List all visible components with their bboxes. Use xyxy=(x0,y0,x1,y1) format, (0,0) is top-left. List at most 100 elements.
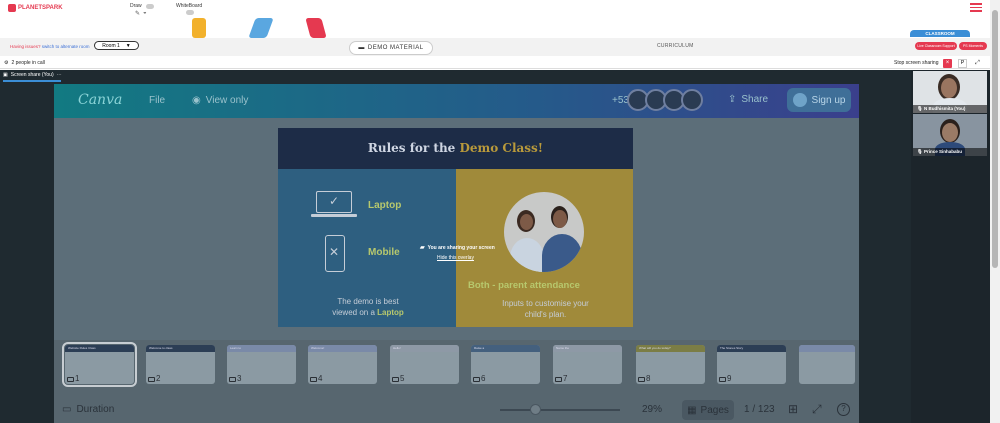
thumbnail-title: Welcome! xyxy=(311,346,325,350)
help-icon[interactable]: ? xyxy=(837,403,850,416)
participant-video[interactable]: 🎙 Prince Sinhababu xyxy=(913,114,987,156)
signup-button[interactable]: Sign up xyxy=(787,88,851,112)
call-bar xyxy=(0,58,990,69)
screen-share-tab[interactable]: ▣ Screen share (You) ⋯ xyxy=(3,72,62,78)
classroom-tab[interactable]: CLASSROOM xyxy=(910,30,970,37)
whiteboard-toggle[interactable] xyxy=(186,10,194,15)
demo-material-button[interactable]: ▬ DEMO MATERIAL xyxy=(349,41,433,55)
draw-toggle[interactable] xyxy=(146,4,154,9)
collaborators[interactable]: +53 xyxy=(612,89,703,111)
parents-note: Inputs to customise your child's plan. xyxy=(502,299,589,319)
hide-overlay-link[interactable]: Hide this overlay xyxy=(437,255,474,261)
slide-thumbnail[interactable]: The Stones Story 9 xyxy=(717,345,786,384)
pin-button[interactable]: P xyxy=(958,59,967,68)
screen-icon: ▣ xyxy=(3,72,8,78)
pages-button[interactable]: ▦ Pages xyxy=(682,400,734,420)
dropdown-arrow-icon: ▼ xyxy=(125,42,131,49)
pencil-icon[interactable]: ✎ xyxy=(135,10,140,17)
thumbnail-header: Raise a xyxy=(471,345,540,352)
fullscreen-icon[interactable]: ⤢ xyxy=(812,402,822,417)
zoom-level: 29% xyxy=(642,404,663,415)
more-icon[interactable]: ⋯ xyxy=(57,72,62,78)
thumbnail-title: Hello! xyxy=(393,346,401,350)
issues-text: Having issues? switch to alternate room xyxy=(10,44,90,49)
thumbnail-header: Hello! xyxy=(390,345,459,352)
slide-thumbnail[interactable]: Welcome to class 2 xyxy=(146,345,215,384)
pages-icon: ▦ xyxy=(687,404,697,416)
participant-video[interactable]: 🎙 N Budhismita (You) xyxy=(913,71,987,113)
menu-icon[interactable] xyxy=(970,3,982,14)
notes-icon xyxy=(473,377,480,382)
app-logo: PLANETSPARK xyxy=(8,4,63,12)
slide-thumbnail[interactable]: Welcome! 4 xyxy=(308,345,377,384)
slide-thumbnail[interactable]: Hello! 5 xyxy=(390,345,459,384)
thumbnail-header: Welcome! xyxy=(308,345,377,352)
notes-icon xyxy=(555,377,562,382)
thumbnail-title: Welcome to class xyxy=(149,346,173,350)
ps-moments-button[interactable]: PS Moments xyxy=(959,42,987,50)
stop-sharing-button[interactable]: × xyxy=(943,59,952,68)
thumbnail-header: What will you do today? xyxy=(636,345,705,352)
whiteboard-label: WhiteBoard xyxy=(176,3,203,9)
draw-label: Draw xyxy=(130,3,142,9)
live-support-button[interactable]: Live Classroom Support xyxy=(915,42,957,50)
grid-view-icon[interactable]: ⊞ xyxy=(788,402,798,416)
thumbnail-title: Raise a xyxy=(474,346,485,350)
laptop-icon: ✓ xyxy=(316,191,352,213)
thumbnail-number: 9 xyxy=(727,374,732,383)
gear-icon[interactable]: ⚙ xyxy=(4,60,8,66)
zoom-slider[interactable] xyxy=(500,409,620,411)
thumbnail-header: Learn to xyxy=(227,345,296,352)
notes-icon xyxy=(67,377,74,382)
people-in-call[interactable]: ⚙ 2 people in call xyxy=(4,60,45,66)
slide-thumbnail[interactable]: Raise a 6 xyxy=(471,345,540,384)
notes-icon xyxy=(719,377,726,382)
participant-name: 🎙 Prince Sinhababu xyxy=(913,148,987,156)
eraser-icon[interactable]: ◒ xyxy=(143,10,147,16)
canva-c-icon xyxy=(792,93,807,107)
upload-icon: ⇪ xyxy=(728,94,737,105)
notes-icon xyxy=(148,377,155,382)
alternate-room-link[interactable]: switch to alternate room xyxy=(42,44,90,49)
room-select[interactable]: Room 1 ▼ xyxy=(94,41,139,50)
slide-thumbnail[interactable]: What will you do today? 8 xyxy=(636,345,705,384)
current-slide: Rules for the Demo Class! ✓ Laptop ✕ Mob… xyxy=(278,128,633,327)
page-counter: 1 / 123 xyxy=(744,404,775,415)
folder-icon: ▬ xyxy=(358,45,365,51)
duration-button[interactable]: ▭ Duration xyxy=(62,404,114,415)
thumbnail-number: 5 xyxy=(400,374,405,383)
thumbnail-header: Website Rules Class xyxy=(65,345,134,352)
notes-icon xyxy=(392,377,399,382)
expand-icon[interactable]: ⤢ xyxy=(973,59,982,68)
thumbnail-title: Learn to xyxy=(230,346,242,350)
canva-footer xyxy=(54,398,859,423)
zoom-slider-handle[interactable] xyxy=(529,404,541,415)
view-only-menu[interactable]: ◉ View only xyxy=(192,95,248,106)
thumbnail-header: Name the xyxy=(553,345,622,352)
thumbnail-title: Name the xyxy=(556,346,570,350)
slide-thumbnail[interactable]: Website Rules Class 1 xyxy=(62,342,137,387)
thumbnail-header xyxy=(799,345,855,352)
slide-thumbnail[interactable] xyxy=(799,345,855,384)
thumbnail-header: The Stones Story xyxy=(717,345,786,352)
canva-logo[interactable]: Canva xyxy=(78,92,122,108)
notes-icon xyxy=(229,377,236,382)
slide-thumbnail[interactable]: Learn to 3 xyxy=(227,345,296,384)
thumbnail-title: Website Rules Class xyxy=(68,346,96,350)
logo-mark-icon xyxy=(8,4,16,12)
share-button[interactable]: ⇪ Share xyxy=(728,94,768,105)
scrollbar-thumb[interactable] xyxy=(992,10,998,268)
thumbnail-number: 7 xyxy=(563,374,568,383)
curriculum-tab[interactable]: CURRICULUM xyxy=(657,43,694,49)
top-bar xyxy=(0,0,990,18)
laptop-base xyxy=(311,214,357,217)
thumbnail-header: Welcome to class xyxy=(146,345,215,352)
decor-arc-blue xyxy=(248,18,274,38)
decor-arc-yellow xyxy=(192,18,206,38)
file-menu[interactable]: File xyxy=(149,95,165,106)
avatar[interactable] xyxy=(680,89,703,111)
sharing-overlay: ▰ You are sharing your screen xyxy=(420,244,495,252)
slide-thumbnail[interactable]: Name the 7 xyxy=(553,345,622,384)
parents-photo xyxy=(504,192,584,272)
slide-title: Rules for the Demo Class! xyxy=(278,128,633,169)
